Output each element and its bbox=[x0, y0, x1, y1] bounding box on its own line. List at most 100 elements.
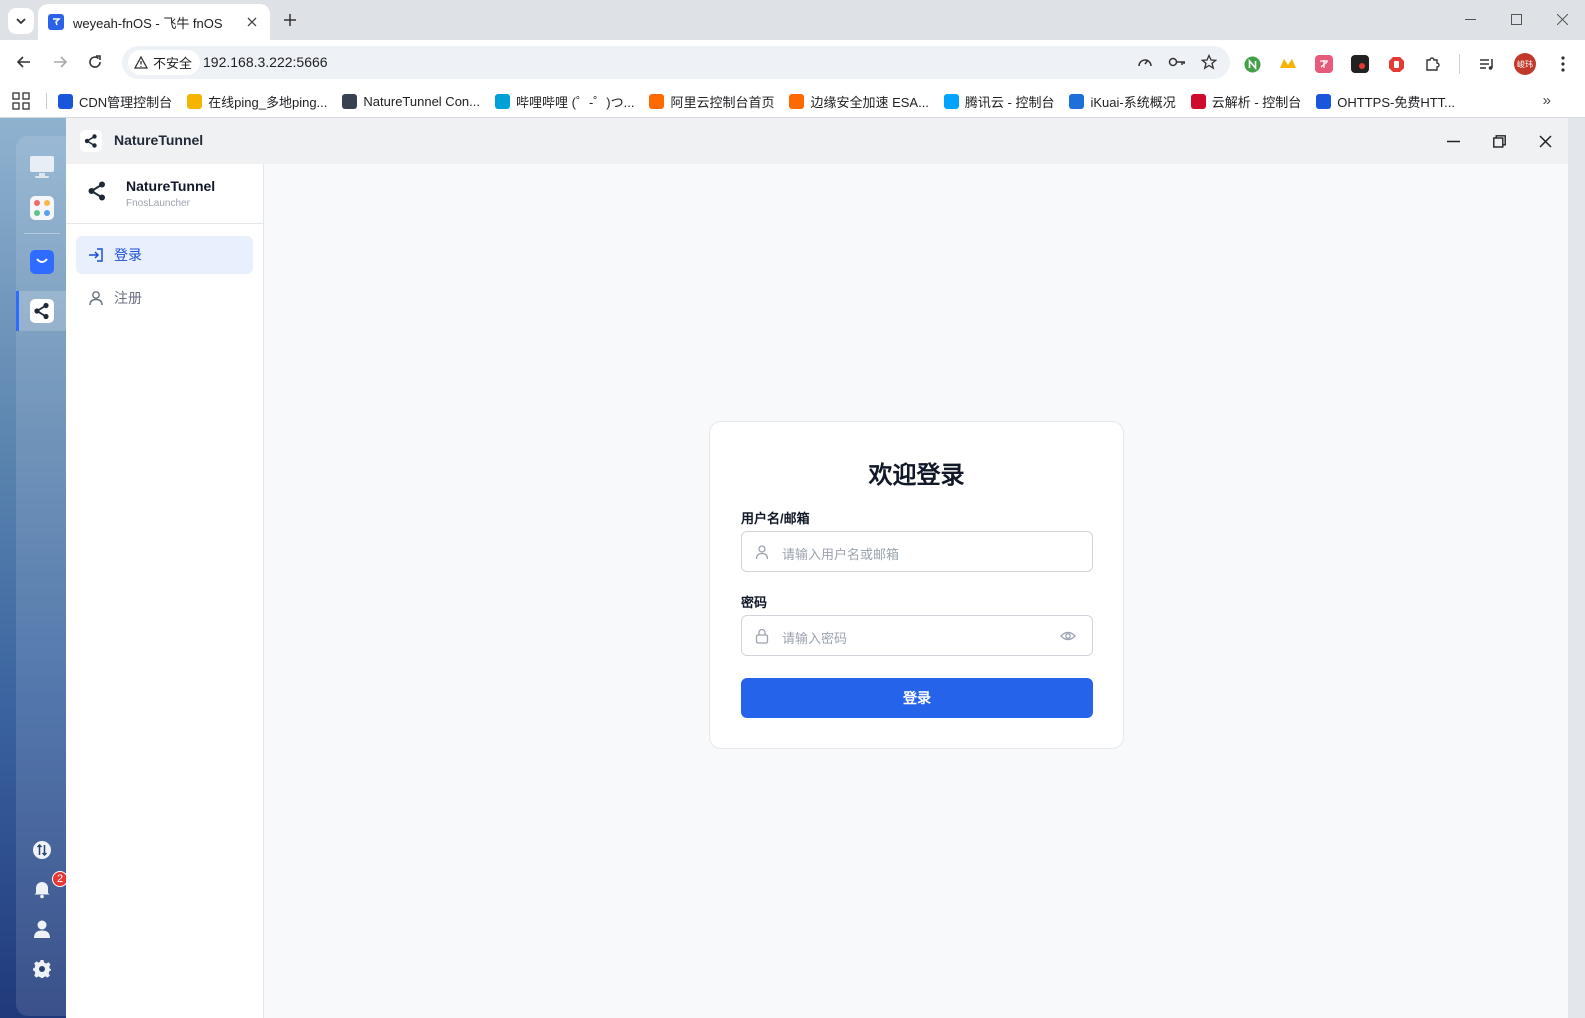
translate-extension-icon[interactable] bbox=[1315, 55, 1333, 73]
bookmark-item[interactable]: 云解析 - 控制台 bbox=[1190, 92, 1302, 111]
reload-icon bbox=[89, 55, 101, 68]
background-edge bbox=[1568, 118, 1585, 1018]
settings-gear-icon[interactable] bbox=[29, 956, 55, 982]
fnos-favicon-icon bbox=[48, 14, 64, 30]
bookmarks-list: CDN管理控制台 在线ping_多地ping... NatureTunnel Con… bbox=[58, 84, 1470, 118]
password-label: 密码 bbox=[741, 595, 768, 610]
browser-menu-icon[interactable] bbox=[1554, 55, 1572, 73]
sidebar-item-register[interactable]: 注册 bbox=[76, 279, 253, 317]
brand-name: NatureTunnel bbox=[126, 178, 216, 194]
maximize-icon bbox=[1510, 13, 1522, 25]
app-window-titlebar: NatureTunnel bbox=[66, 118, 1568, 164]
performance-icon[interactable] bbox=[1136, 53, 1154, 71]
bookmark-label: 云解析 - 控制台 bbox=[1211, 94, 1302, 110]
url-text[interactable]: 192.168.3.222:5666 bbox=[203, 54, 328, 70]
login-card: 欢迎登录 用户名/邮箱 请输入用户名或邮箱 密码 请输入密码 登录 bbox=[709, 421, 1124, 749]
new-tab-button[interactable] bbox=[280, 10, 300, 30]
user-icon[interactable] bbox=[29, 916, 55, 942]
bookmark-star-icon[interactable] bbox=[1200, 53, 1218, 71]
login-arrow-icon bbox=[89, 248, 103, 262]
browser-window-controls bbox=[1447, 0, 1585, 38]
bookmark-label: 阿里云控制台首页 bbox=[670, 94, 775, 110]
tab-title: weyeah-fnOS - 飞牛 fnOS bbox=[73, 15, 223, 31]
arrow-left-icon bbox=[16, 56, 30, 68]
desktop-monitor-icon[interactable] bbox=[29, 154, 55, 180]
password-key-icon[interactable] bbox=[1168, 53, 1186, 71]
user-outline-icon bbox=[89, 291, 103, 306]
username-label: 用户名/邮箱 bbox=[741, 511, 810, 526]
forward-button[interactable] bbox=[50, 52, 70, 72]
profile-avatar[interactable]: 峻玮 bbox=[1514, 53, 1536, 75]
minimize-window-button[interactable] bbox=[1447, 0, 1493, 38]
app-center-icon[interactable] bbox=[29, 195, 55, 221]
app-restore-button[interactable] bbox=[1476, 118, 1522, 164]
bookmark-label: CDN管理控制台 bbox=[79, 94, 173, 110]
more-bookmarks-chevron-icon[interactable]: » bbox=[1543, 92, 1551, 109]
bookmark-item[interactable]: 边缘安全加速 ESA... bbox=[789, 92, 929, 111]
site-info-button[interactable]: 不安全 bbox=[128, 50, 201, 75]
adblock-extension-icon[interactable] bbox=[1387, 55, 1405, 73]
login-button[interactable]: 登录 bbox=[741, 678, 1093, 718]
bookmark-item[interactable]: CDN管理控制台 bbox=[58, 92, 172, 111]
main-content: 欢迎登录 用户名/邮箱 请输入用户名或邮箱 密码 请输入密码 登录 bbox=[264, 164, 1568, 1018]
sidebar-item-label: 登录 bbox=[114, 247, 142, 263]
ikuai-icon bbox=[1069, 93, 1085, 109]
sidebar-item-label: 注册 bbox=[114, 290, 142, 306]
bookmark-label: 边缘安全加速 ESA... bbox=[810, 94, 929, 110]
warning-icon bbox=[134, 56, 148, 69]
media-control-icon[interactable] bbox=[1478, 55, 1496, 73]
bookmarks-bar: CDN管理控制台 在线ping_多地ping... NatureTunnel Con… bbox=[0, 84, 1585, 118]
tab-search-button[interactable] bbox=[8, 8, 34, 34]
huawei-icon bbox=[1190, 93, 1206, 109]
bookmark-item[interactable]: 哔哩哔哩 (゜-゜)つ... bbox=[495, 92, 634, 111]
close-icon bbox=[1538, 134, 1552, 148]
tampermonkey-extension-icon[interactable] bbox=[1279, 55, 1297, 73]
bookmark-item[interactable]: iKuai-系统概况 bbox=[1069, 92, 1176, 111]
back-button[interactable] bbox=[14, 52, 34, 72]
brand-subtitle: FnosLauncher bbox=[126, 198, 190, 209]
fnos-dock: 2 bbox=[0, 118, 68, 1018]
toolbar-divider bbox=[1459, 54, 1460, 74]
naturetunnel-dock-icon[interactable] bbox=[29, 298, 55, 324]
minimize-icon bbox=[1446, 140, 1460, 142]
bookmark-item[interactable]: 阿里云控制台首页 bbox=[649, 92, 774, 111]
apps-grid-icon[interactable] bbox=[12, 92, 30, 110]
share-icon bbox=[342, 93, 358, 109]
username-placeholder: 请输入用户名或邮箱 bbox=[782, 547, 900, 562]
sidebar-item-login[interactable]: 登录 bbox=[76, 236, 253, 274]
app-window-title: NatureTunnel bbox=[114, 132, 204, 148]
close-tab-icon[interactable] bbox=[244, 14, 260, 30]
share-nodes-icon bbox=[88, 181, 105, 201]
minimize-icon bbox=[1464, 18, 1476, 20]
transfer-icon[interactable] bbox=[29, 837, 55, 863]
dock-divider bbox=[24, 233, 60, 234]
close-window-button[interactable] bbox=[1539, 0, 1585, 38]
bookmark-label: 哔哩哔哩 (゜-゜)つ... bbox=[516, 94, 635, 110]
script-extension-icon[interactable] bbox=[1351, 55, 1369, 73]
plus-icon bbox=[284, 14, 296, 26]
bookmark-item[interactable]: NatureTunnel Con... bbox=[342, 93, 480, 109]
nodejs-extension-icon[interactable] bbox=[1243, 55, 1261, 73]
address-bar[interactable]: 不安全 192.168.3.222:5666 bbox=[122, 46, 1230, 79]
bookmark-item[interactable]: 在线ping_多地ping... bbox=[187, 92, 327, 111]
app-close-button[interactable] bbox=[1522, 118, 1568, 164]
bilibili-icon bbox=[495, 93, 510, 109]
password-placeholder: 请输入密码 bbox=[782, 631, 848, 646]
browser-tab-active[interactable]: weyeah-fnOS - 飞牛 fnOS bbox=[38, 4, 270, 40]
username-input[interactable]: 请输入用户名或邮箱 bbox=[741, 531, 1093, 572]
user-outline-icon bbox=[755, 545, 769, 560]
bookmark-label: 在线ping_多地ping... bbox=[208, 94, 328, 110]
reload-button[interactable] bbox=[85, 52, 105, 72]
extensions-puzzle-icon[interactable] bbox=[1423, 55, 1441, 73]
eye-icon[interactable] bbox=[1060, 628, 1076, 644]
arrow-right-icon bbox=[54, 56, 68, 68]
maximize-window-button[interactable] bbox=[1493, 0, 1539, 38]
chevron-down-icon bbox=[16, 18, 26, 25]
bookmark-item[interactable]: OHTTPS-免费HTT... bbox=[1316, 92, 1455, 111]
app-minimize-button[interactable] bbox=[1430, 118, 1476, 164]
naturetunnel-share-icon bbox=[80, 130, 102, 152]
password-input[interactable]: 请输入密码 bbox=[741, 615, 1093, 656]
app-store-icon[interactable] bbox=[29, 249, 55, 275]
insecure-label: 不安全 bbox=[153, 56, 193, 71]
bookmark-item[interactable]: 腾讯云 - 控制台 bbox=[943, 92, 1054, 111]
